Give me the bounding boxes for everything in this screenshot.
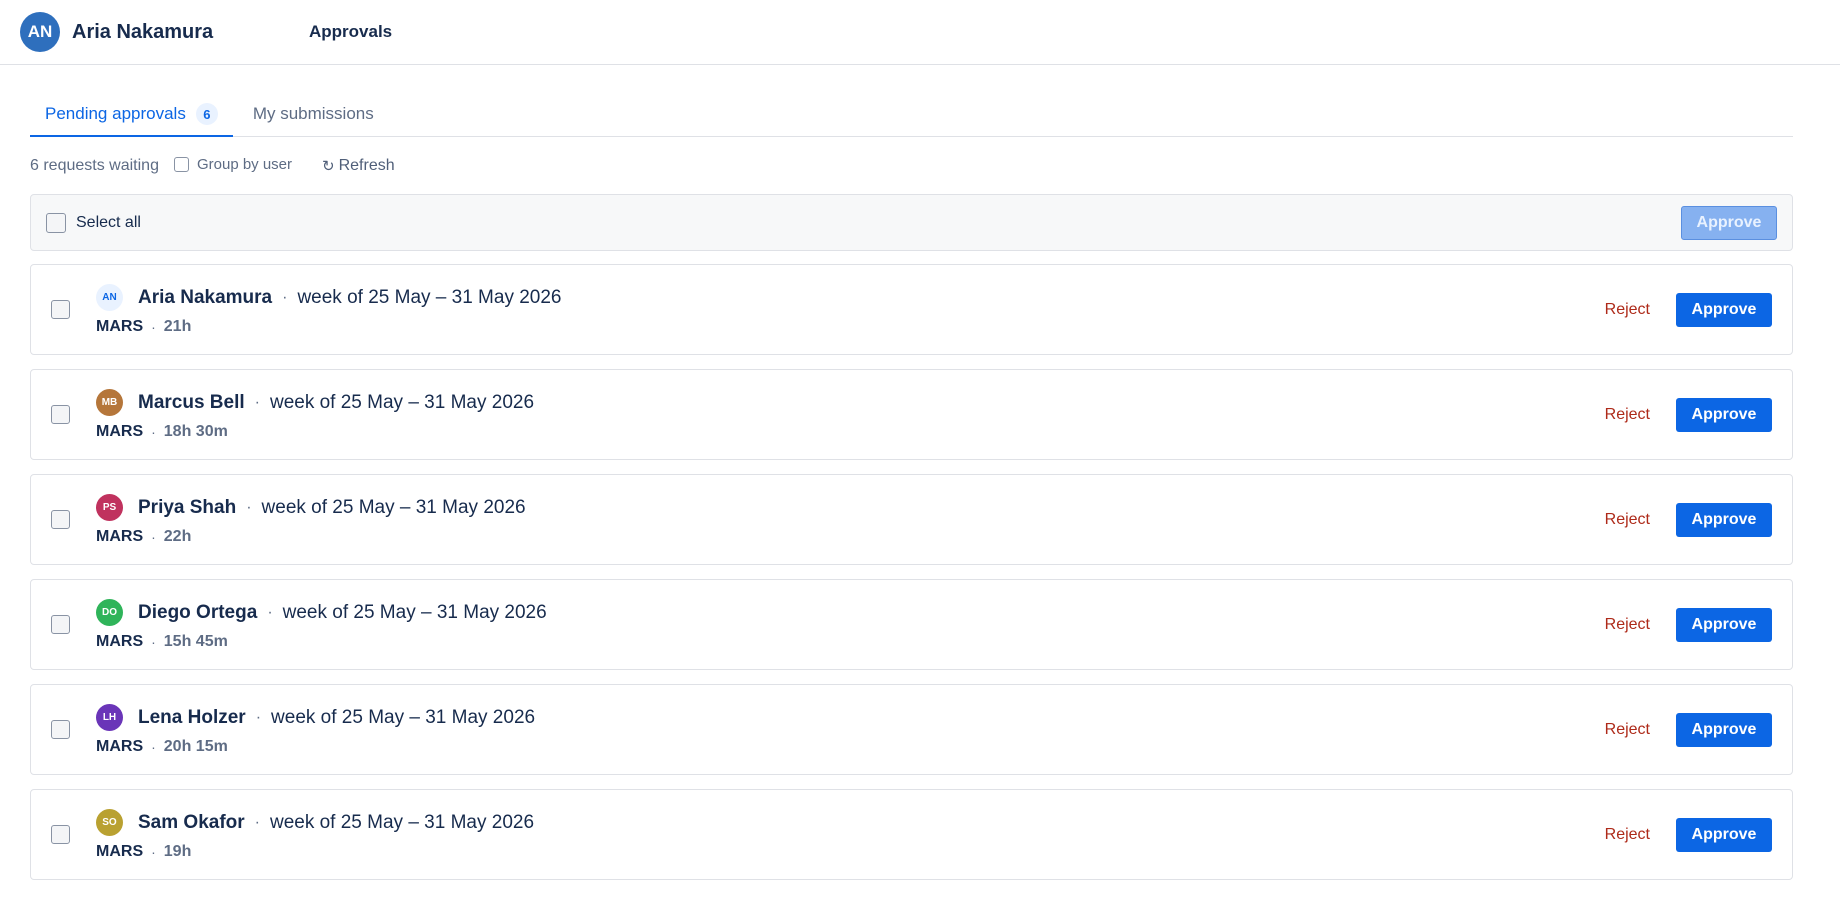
- reject-button[interactable]: Reject: [1605, 301, 1650, 319]
- reject-button[interactable]: Reject: [1605, 721, 1650, 739]
- approval-row: PS Priya Shah · week of 25 May – 31 May …: [30, 474, 1793, 565]
- avatar: LH: [96, 704, 123, 731]
- refresh-button[interactable]: ↻ Refresh: [322, 157, 395, 175]
- avatar: MB: [96, 389, 123, 416]
- approval-row: DO Diego Ortega · week of 25 May – 31 Ma…: [30, 579, 1793, 670]
- tab-pending-approvals[interactable]: Pending approvals 6: [30, 95, 233, 137]
- row-hours: 19h: [163, 842, 192, 860]
- row-user-name: Sam Okafor: [138, 811, 245, 833]
- group-by-user-label: Group by user: [196, 155, 293, 173]
- separator-dot: ·: [282, 288, 288, 306]
- separator-dot: ·: [254, 393, 260, 411]
- row-project: MARS: [96, 737, 144, 755]
- main-content: Pending approvals 6 My submissions 6 req…: [0, 95, 1840, 880]
- approve-button[interactable]: Approve: [1676, 292, 1772, 327]
- row-body: AN Aria Nakamura · week of 25 May – 31 M…: [96, 284, 562, 336]
- separator-dot: ·: [255, 708, 262, 726]
- row-body: MB Marcus Bell · week of 25 May – 31 May…: [96, 389, 534, 441]
- row-project: MARS: [96, 842, 144, 860]
- group-by-user-toggle[interactable]: Group by user: [173, 155, 293, 173]
- row-body: DO Diego Ortega · week of 25 May – 31 Ma…: [96, 599, 547, 651]
- reject-button[interactable]: Reject: [1605, 511, 1650, 529]
- row-user-name: Aria Nakamura: [138, 286, 273, 308]
- row-project: MARS: [96, 632, 144, 650]
- row-user-name: Diego Ortega: [138, 601, 258, 623]
- tab-count-badge: 6: [195, 103, 218, 125]
- approve-button[interactable]: Approve: [1676, 397, 1772, 432]
- requests-waiting-text: 6 requests waiting: [30, 157, 159, 174]
- separator-dot: ·: [151, 738, 156, 755]
- row-week: week of 25 May – 31 May 2026: [269, 811, 535, 833]
- bulk-approve-button[interactable]: Approve: [1681, 205, 1777, 240]
- approval-list: AN Aria Nakamura · week of 25 May – 31 M…: [30, 264, 1810, 880]
- row-checkbox[interactable]: [51, 615, 70, 634]
- approval-row: AN Aria Nakamura · week of 25 May – 31 M…: [30, 264, 1793, 355]
- refresh-icon: ↻: [322, 158, 335, 175]
- avatar: PS: [96, 494, 123, 521]
- row-body: PS Priya Shah · week of 25 May – 31 May …: [96, 494, 526, 546]
- tab-pending-label: Pending approvals: [45, 104, 186, 123]
- separator-dot: ·: [151, 318, 156, 335]
- separator-dot: ·: [254, 813, 260, 831]
- row-user-name: Marcus Bell: [138, 391, 245, 413]
- row-project: MARS: [96, 317, 144, 335]
- nav-approvals-link[interactable]: Approvals: [309, 22, 392, 42]
- row-checkbox[interactable]: [51, 510, 70, 529]
- select-all-bar: Select all Approve: [30, 194, 1793, 251]
- refresh-label: Refresh: [338, 157, 395, 174]
- row-user-name: Priya Shah: [138, 496, 237, 518]
- row-week: week of 25 May – 31 May 2026: [297, 286, 562, 308]
- row-user-name: Lena Holzer: [138, 706, 246, 728]
- avatar[interactable]: AN: [20, 12, 60, 52]
- row-checkbox[interactable]: [51, 405, 70, 424]
- approve-button[interactable]: Approve: [1676, 607, 1772, 642]
- avatar: DO: [96, 599, 123, 626]
- separator-dot: ·: [151, 843, 156, 860]
- row-week: week of 25 May – 31 May 2026: [261, 496, 526, 518]
- top-bar: AN Aria Nakamura Approvals: [0, 0, 1840, 65]
- row-week: week of 25 May – 31 May 2026: [269, 391, 535, 413]
- row-hours: 21h: [163, 317, 192, 335]
- toolbar: 6 requests waiting Group by user ↻ Refre…: [30, 137, 1810, 187]
- row-checkbox[interactable]: [51, 825, 70, 844]
- approve-button[interactable]: Approve: [1676, 817, 1772, 852]
- row-hours: 22h: [163, 527, 192, 545]
- separator-dot: ·: [151, 423, 156, 440]
- tab-my-submissions[interactable]: My submissions: [253, 95, 374, 137]
- row-project: MARS: [96, 527, 144, 545]
- row-hours: 20h 15m: [163, 737, 228, 755]
- row-body: LH Lena Holzer · week of 25 May – 31 May…: [96, 704, 535, 756]
- separator-dot: ·: [151, 528, 156, 545]
- approval-row: SO Sam Okafor · week of 25 May – 31 May …: [30, 789, 1793, 880]
- row-hours: 15h 45m: [163, 632, 228, 650]
- reject-button[interactable]: Reject: [1605, 406, 1650, 424]
- separator-dot: ·: [246, 498, 252, 516]
- tab-bar: Pending approvals 6 My submissions: [30, 95, 1793, 137]
- group-by-user-checkbox[interactable]: [173, 156, 189, 172]
- reject-button[interactable]: Reject: [1605, 616, 1650, 634]
- row-hours: 18h 30m: [163, 422, 228, 440]
- row-checkbox[interactable]: [51, 300, 70, 319]
- approve-button[interactable]: Approve: [1676, 712, 1772, 747]
- approval-row: LH Lena Holzer · week of 25 May – 31 May…: [30, 684, 1793, 775]
- row-week: week of 25 May – 31 May 2026: [271, 706, 536, 728]
- row-week: week of 25 May – 31 May 2026: [282, 601, 547, 623]
- separator-dot: ·: [151, 633, 156, 650]
- select-all-checkbox[interactable]: [46, 212, 66, 233]
- approve-button[interactable]: Approve: [1676, 502, 1772, 537]
- reject-button[interactable]: Reject: [1605, 826, 1650, 844]
- separator-dot: ·: [267, 603, 273, 621]
- user-name: Aria Nakamura: [72, 20, 214, 43]
- avatar: AN: [96, 284, 123, 311]
- approval-row: MB Marcus Bell · week of 25 May – 31 May…: [30, 369, 1793, 460]
- row-body: SO Sam Okafor · week of 25 May – 31 May …: [96, 809, 534, 861]
- avatar: SO: [96, 809, 123, 836]
- select-all-label: Select all: [76, 213, 141, 231]
- row-checkbox[interactable]: [51, 720, 70, 739]
- row-project: MARS: [96, 422, 144, 440]
